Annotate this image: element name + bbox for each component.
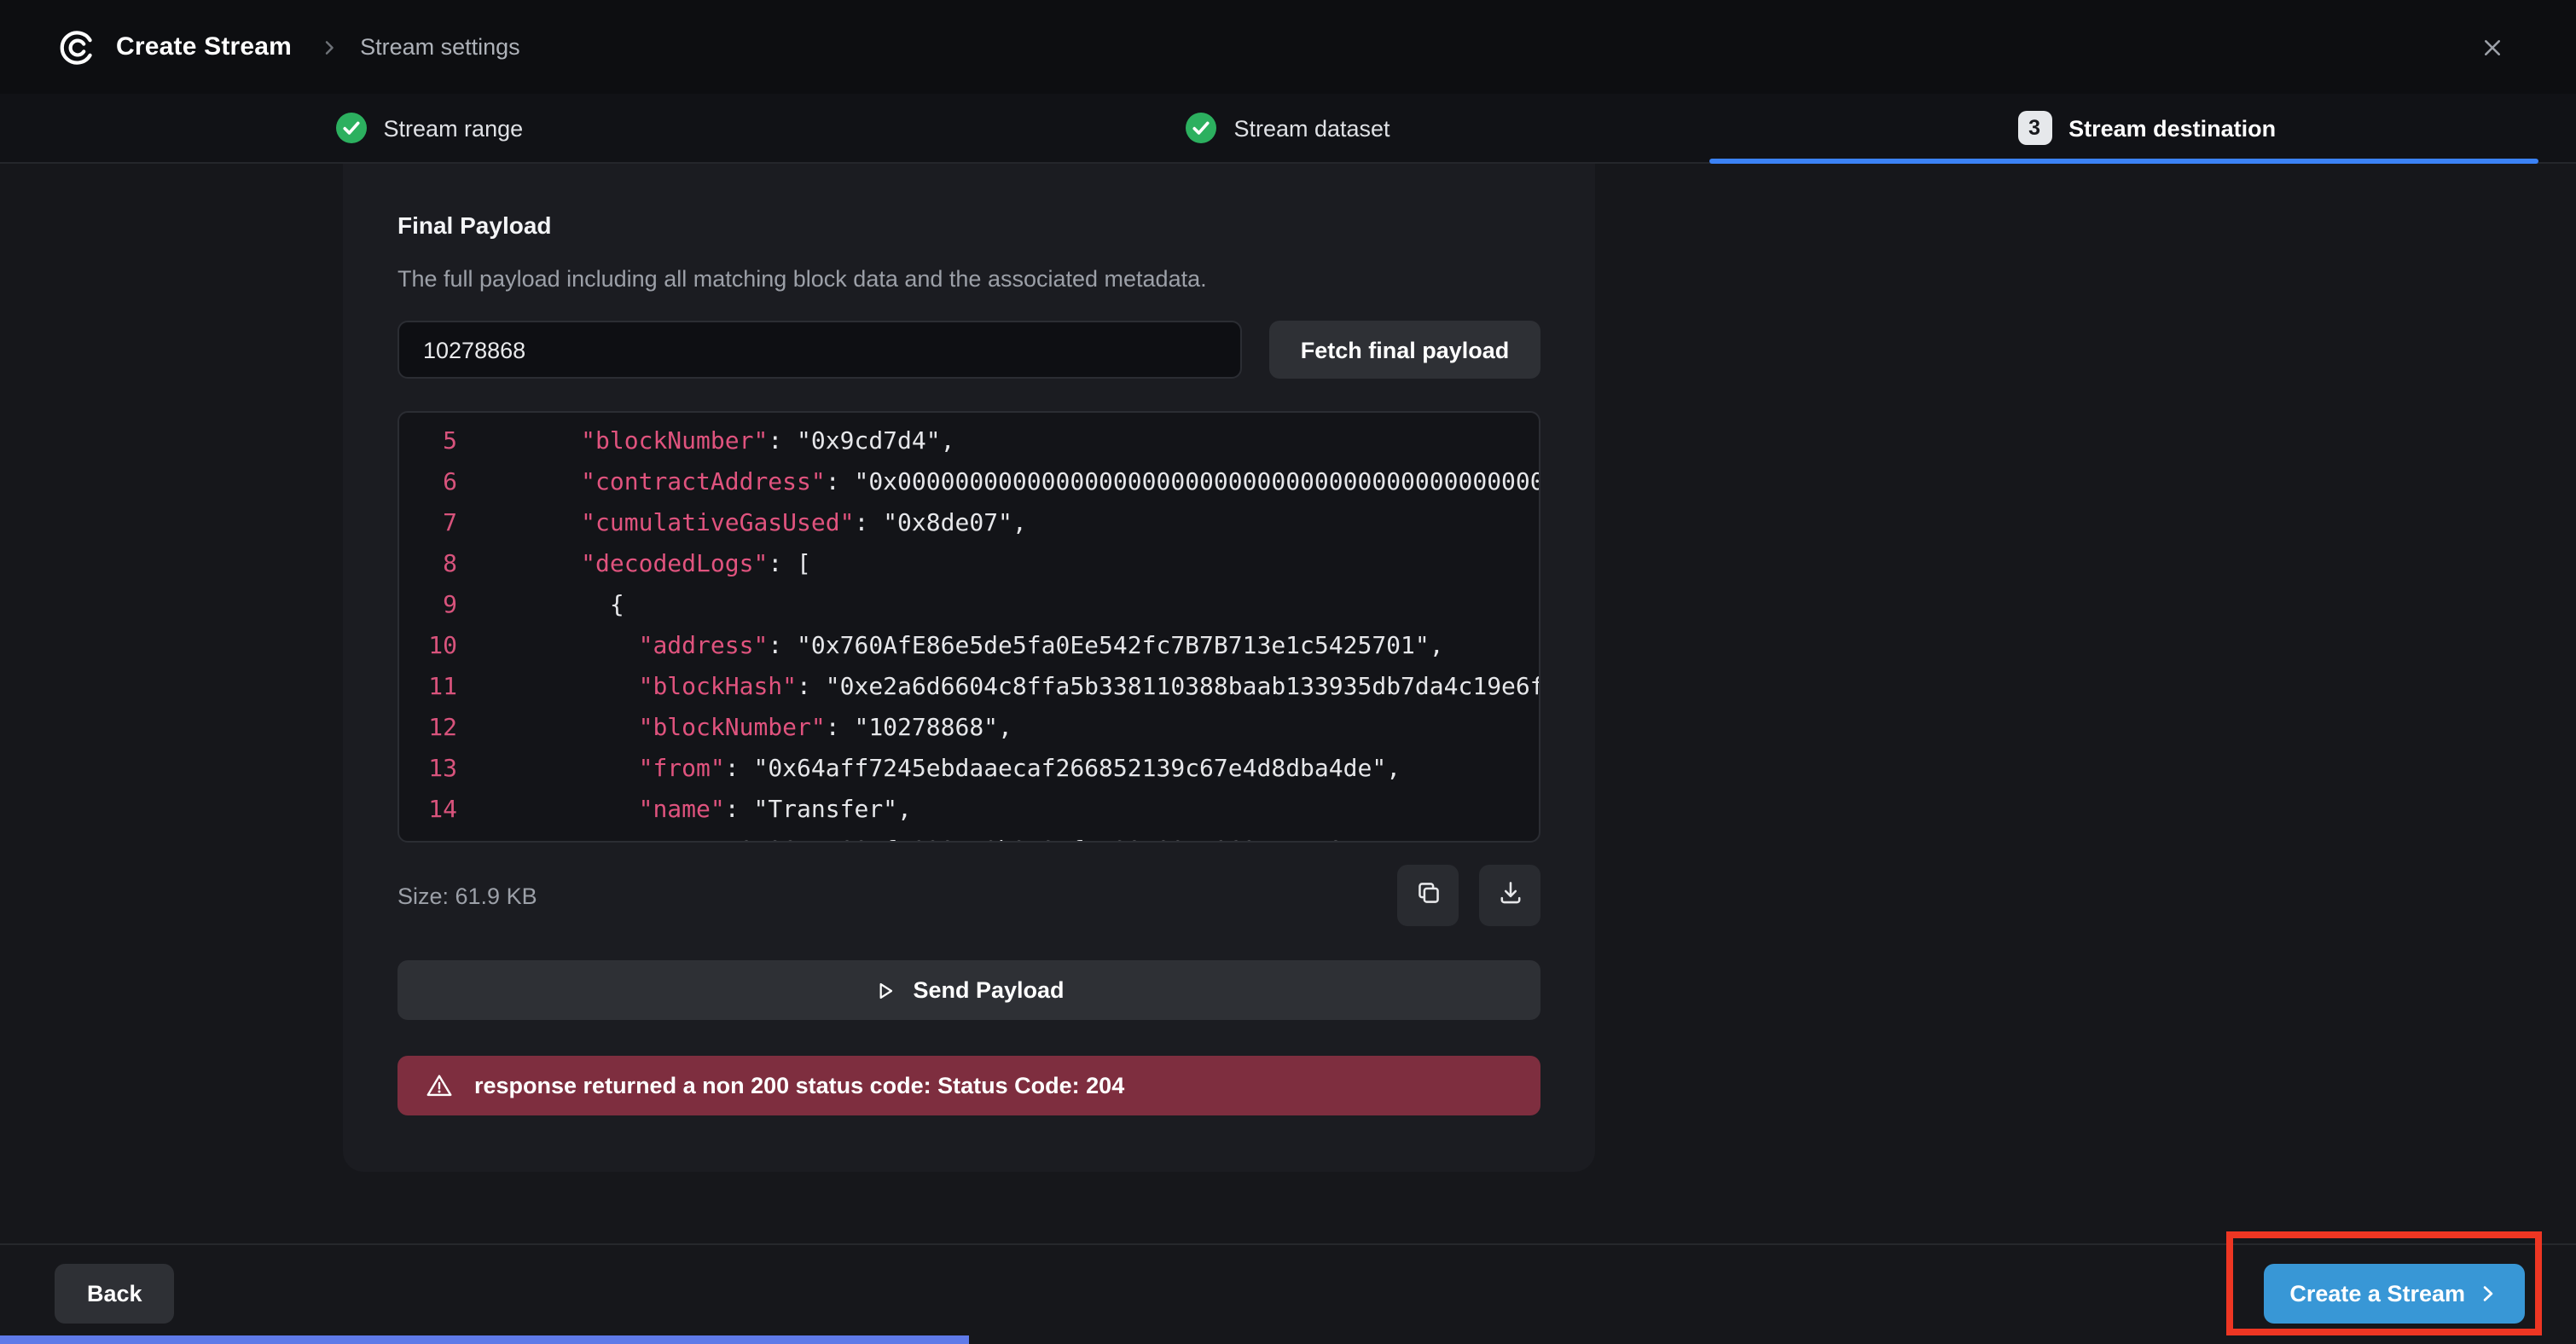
line-number: 12 — [413, 708, 457, 749]
underlying-page-edge — [0, 1335, 969, 1344]
line-number: 5 — [413, 421, 457, 462]
error-alert: response returned a non 200 status code:… — [397, 1056, 1540, 1115]
payload-actions — [1397, 865, 1540, 926]
line-number: 11 — [413, 667, 457, 708]
line-number: 7 — [413, 503, 457, 544]
code-line: 7 "cumulativeGasUsed": "0x8de07", — [399, 503, 1539, 544]
section-description: The full payload including all matching … — [397, 266, 1540, 292]
code-text: "to": "0x96a41097fc839448b2591fac297884e… — [495, 831, 1372, 843]
payload-size-label: Size: 61.9 KB — [397, 883, 537, 908]
block-number-row: Fetch final payload — [397, 321, 1540, 379]
line-number: 8 — [413, 544, 457, 585]
create-stream-label: Create a Stream — [2289, 1281, 2465, 1306]
code-text: "blockNumber": "0x9cd7d4", — [495, 421, 954, 462]
code-text: "cumulativeGasUsed": "0x8de07", — [495, 503, 1027, 544]
code-line: 5 "blockNumber": "0x9cd7d4", — [399, 421, 1539, 462]
code-line: 9 { — [399, 585, 1539, 626]
chevron-right-icon — [2477, 1283, 2499, 1305]
code-text: "contractAddress": "0x000000000000000000… — [495, 462, 1539, 503]
step-complete-check-icon — [336, 113, 367, 143]
code-text: { — [495, 585, 624, 626]
error-message: response returned a non 200 status code:… — [474, 1073, 1124, 1098]
breadcrumb-current: Stream settings — [360, 34, 520, 60]
modal-title: Create Stream — [116, 32, 292, 61]
line-number: 15 — [413, 831, 457, 843]
code-line: 13 "from": "0x64aff7245ebdaaecaf26685213… — [399, 749, 1539, 790]
code-text: "address": "0x760AfE86e5de5fa0Ee542fc7B7… — [495, 626, 1444, 667]
code-line: 10 "address": "0x760AfE86e5de5fa0Ee542fc… — [399, 626, 1539, 667]
line-number: 14 — [413, 790, 457, 831]
modal-header: Create Stream Stream settings — [0, 0, 2576, 94]
copy-icon — [1413, 878, 1442, 912]
step-stream-dataset[interactable]: Stream dataset — [859, 94, 1718, 162]
code-line: 12 "blockNumber": "10278868", — [399, 708, 1539, 749]
code-text: "name": "Transfer", — [495, 790, 912, 831]
copy-payload-button[interactable] — [1397, 865, 1459, 926]
step-stream-range[interactable]: Stream range — [0, 94, 859, 162]
block-number-input[interactable] — [397, 321, 1242, 379]
line-number: 6 — [413, 462, 457, 503]
line-number: 10 — [413, 626, 457, 667]
download-payload-button[interactable] — [1479, 865, 1540, 926]
code-line: 11 "blockHash": "0xe2a6d6604c8ffa5b33811… — [399, 667, 1539, 708]
app-logo-icon — [58, 28, 96, 66]
code-text: "decodedLogs": [ — [495, 544, 811, 585]
fetch-final-payload-button[interactable]: Fetch final payload — [1269, 321, 1540, 379]
modal-body: Final Payload The full payload including… — [0, 164, 2576, 1344]
code-line: 8 "decodedLogs": [ — [399, 544, 1539, 585]
line-number: 13 — [413, 749, 457, 790]
send-payload-label: Send Payload — [913, 977, 1064, 1003]
step-label-dataset: Stream dataset — [1233, 115, 1390, 141]
warning-icon — [425, 1071, 454, 1100]
code-line: 6 "contractAddress": "0x0000000000000000… — [399, 462, 1539, 503]
modal-footer: Back Create a Stream — [0, 1243, 2576, 1344]
breadcrumb-chevron-icon — [319, 37, 339, 57]
step-stream-destination[interactable]: 3 Stream destination — [1717, 94, 2576, 162]
payload-meta-row: Size: 61.9 KB — [397, 865, 1540, 926]
play-icon — [873, 978, 897, 1002]
close-button[interactable] — [2474, 28, 2511, 66]
step-label-destination: Stream destination — [2068, 115, 2276, 141]
final-payload-card: Final Payload The full payload including… — [343, 164, 1595, 1172]
back-button[interactable]: Back — [55, 1264, 175, 1324]
send-payload-button[interactable]: Send Payload — [397, 960, 1540, 1020]
code-line: 15 "to": "0x96a41097fc839448b2591fac2978… — [399, 831, 1539, 843]
code-text: "blockHash": "0xe2a6d6604c8ffa5b33811038… — [495, 667, 1539, 708]
create-stream-button[interactable]: Create a Stream — [2264, 1264, 2525, 1324]
section-title: Final Payload — [397, 211, 552, 239]
code-line: 14 "name": "Transfer", — [399, 790, 1539, 831]
step-label-range: Stream range — [384, 115, 524, 141]
stepper: Stream range Stream dataset 3 Stream des… — [0, 94, 2576, 164]
code-text: "blockNumber": "10278868", — [495, 708, 1012, 749]
line-number: 9 — [413, 585, 457, 626]
step-number-badge: 3 — [2017, 111, 2051, 145]
step-complete-check-icon — [1186, 113, 1216, 143]
code-text: "from": "0x64aff7245ebdaaecaf266852139c6… — [495, 749, 1401, 790]
create-stream-modal: Create Stream Stream settings Stream ran… — [0, 0, 2576, 1344]
download-icon — [1495, 878, 1524, 912]
payload-json-viewer[interactable]: 5 "blockNumber": "0x9cd7d4", 6 "contract… — [397, 411, 1540, 843]
